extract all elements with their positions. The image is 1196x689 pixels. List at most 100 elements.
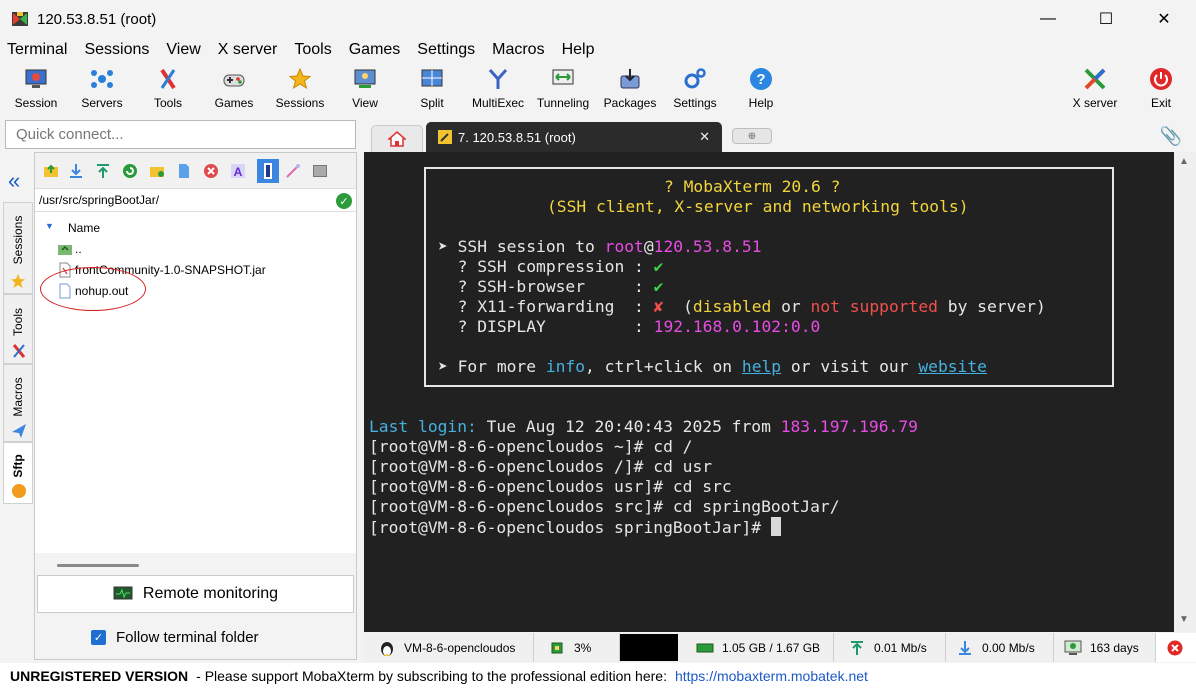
text-file-icon — [59, 283, 71, 299]
scroll-up-icon[interactable]: ▲ — [1179, 156, 1189, 167]
new-tab-button[interactable]: ⊕ — [732, 128, 772, 144]
new-file-icon[interactable] — [176, 163, 192, 179]
upload-icon[interactable] — [95, 163, 111, 179]
sidebar-tab-macros[interactable]: Macros — [3, 364, 33, 442]
packages-icon — [617, 66, 643, 92]
status-cpu: 3% — [534, 633, 620, 662]
menu-tools[interactable]: Tools — [294, 41, 331, 59]
uptime-monitor-icon — [1064, 639, 1082, 657]
settings-button[interactable]: Settings — [668, 62, 722, 116]
maximize-button[interactable]: ☐ — [1078, 0, 1134, 38]
tab-bar: 7. 120.53.8.51 (root) ✕ ⊕ 📎 — [363, 120, 1196, 152]
disconnect-button[interactable] — [1156, 633, 1196, 662]
scroll-down-icon[interactable]: ▼ — [1179, 614, 1189, 625]
new-folder-icon[interactable] — [149, 163, 165, 179]
checkbox-checked-icon: ✓ — [91, 630, 106, 645]
quick-connect-input[interactable]: Quick connect... — [5, 120, 356, 149]
delete-icon[interactable] — [203, 163, 219, 179]
x-server-button[interactable]: X server — [1066, 62, 1124, 116]
sidebar-tab-sftp[interactable]: Sftp — [3, 442, 33, 504]
window-title: 120.53.8.51 (root) — [37, 10, 157, 28]
checkmark-icon[interactable]: ✓ — [336, 193, 352, 209]
sftp-toolbar: A — [35, 153, 356, 189]
file-list-header: ▼ Name — [35, 217, 356, 239]
paperclip-icon[interactable]: 📎 — [1160, 126, 1182, 147]
file-row-parent[interactable]: .. — [57, 239, 82, 259]
help-link[interactable]: help — [742, 357, 781, 376]
tab-session-7[interactable]: 7. 120.53.8.51 (root) ✕ — [426, 122, 722, 152]
sidebar-tab-tools[interactable]: Tools — [3, 294, 33, 364]
refresh-icon[interactable] — [122, 163, 138, 179]
last-login-line: Last login: Tue Aug 12 20:40:43 2025 fro… — [369, 417, 918, 436]
ssh-session-line: ➤ SSH session to root@120.53.8.51 — [438, 237, 762, 256]
tools-button[interactable]: Tools — [146, 62, 190, 116]
gamepad-icon — [221, 66, 247, 92]
banner-subtitle: (SSH client, X-server and networking too… — [547, 197, 969, 216]
download-icon[interactable] — [68, 163, 84, 179]
menu-games[interactable]: Games — [349, 41, 401, 59]
home-icon — [388, 131, 406, 147]
follow-terminal-checkbox[interactable]: ✓ Follow terminal folder — [91, 629, 259, 646]
file-row-jar[interactable]: frontCommunity-1.0-SNAPSHOT.jar — [57, 260, 266, 280]
packages-button[interactable]: Packages — [601, 62, 659, 116]
tools-icon — [12, 344, 26, 358]
unregistered-label: UNREGISTERED VERSION — [10, 668, 189, 684]
terminal-line: [root@VM-8-6-opencloudos /]# cd usr — [369, 457, 713, 476]
sidebar-tabs: Sessions Tools Macros Sftp — [3, 152, 33, 504]
split-button[interactable]: Split — [414, 62, 450, 116]
servers-button[interactable]: Servers — [78, 62, 126, 116]
sessions-button[interactable]: Sessions — [272, 62, 328, 116]
close-window-button[interactable]: ✕ — [1136, 0, 1192, 38]
menu-x-server[interactable]: X server — [218, 41, 278, 59]
jar-file-icon — [59, 262, 71, 278]
menu-bar: Terminal Sessions View X server Tools Ga… — [0, 38, 1196, 62]
menu-terminal[interactable]: Terminal — [7, 41, 67, 59]
sidebar-tab-sessions[interactable]: Sessions — [3, 202, 33, 294]
ssh-browser-line: ? SSH-browser : ✔ — [438, 277, 664, 296]
sftp-icon — [12, 484, 26, 498]
column-name[interactable]: Name — [68, 221, 100, 235]
menu-sessions[interactable]: Sessions — [84, 41, 149, 59]
menu-view[interactable]: View — [166, 41, 200, 59]
view-button[interactable]: View — [346, 62, 384, 116]
support-message: - Please support MobaXterm by subscribin… — [196, 668, 667, 684]
minimize-button[interactable]: — — [1020, 0, 1076, 38]
plus-icon: ⊕ — [747, 130, 757, 142]
session-button[interactable]: Session — [12, 62, 60, 116]
sftp-path-field[interactable]: /usr/src/springBootJar/ ✓ — [35, 190, 356, 212]
remote-monitoring-button[interactable]: Remote monitoring — [37, 575, 354, 613]
rename-icon[interactable]: A — [230, 163, 246, 179]
tools-icon — [155, 66, 181, 92]
parent-folder-icon[interactable] — [43, 163, 59, 179]
exit-button[interactable]: Exit — [1142, 62, 1180, 116]
more-info-line: ➤ For more info, ctrl+click on help or v… — [438, 357, 987, 376]
close-tab-icon[interactable]: ✕ — [699, 129, 710, 145]
tunneling-button[interactable]: Tunneling — [534, 62, 592, 116]
menu-settings[interactable]: Settings — [417, 41, 475, 59]
main-toolbar: Session Servers Tools Games Sessions Vie… — [0, 62, 1196, 116]
ssh-compression-line: ? SSH compression : ✔ — [438, 257, 664, 276]
resize-grip[interactable] — [57, 564, 139, 567]
help-button[interactable]: ? Help — [742, 62, 780, 116]
file-row-nohup[interactable]: nohup.out — [57, 281, 128, 301]
terminal-line: [root@VM-8-6-opencloudos ~]# cd / — [369, 437, 693, 456]
terminal[interactable]: ? MobaXterm 20.6 ? (SSH client, X-server… — [364, 152, 1174, 632]
tunneling-icon — [550, 66, 576, 92]
svg-text:A: A — [234, 165, 243, 179]
games-button[interactable]: Games — [210, 62, 258, 116]
mobaxterm-website-link[interactable]: https://mobaxterm.mobatek.net — [675, 668, 868, 684]
menu-macros[interactable]: Macros — [492, 41, 544, 59]
terminal-icon[interactable] — [312, 163, 328, 179]
magic-wand-icon[interactable] — [285, 163, 301, 179]
home-tab[interactable] — [371, 125, 423, 152]
text-editor-icon[interactable] — [257, 159, 279, 183]
menu-help[interactable]: Help — [562, 41, 595, 59]
terminal-prompt-line: [root@VM-8-6-opencloudos springBootJar]# — [369, 517, 781, 538]
help-icon: ? — [748, 66, 774, 92]
website-link[interactable]: website — [918, 357, 987, 376]
terminal-cursor — [770, 517, 781, 536]
status-hostname: VM-8-6-opencloudos — [364, 633, 534, 662]
terminal-scrollbar[interactable]: ▲ ▼ — [1174, 152, 1196, 632]
multiexec-button[interactable]: MultiExec — [470, 62, 526, 116]
multiexec-icon — [485, 66, 511, 92]
